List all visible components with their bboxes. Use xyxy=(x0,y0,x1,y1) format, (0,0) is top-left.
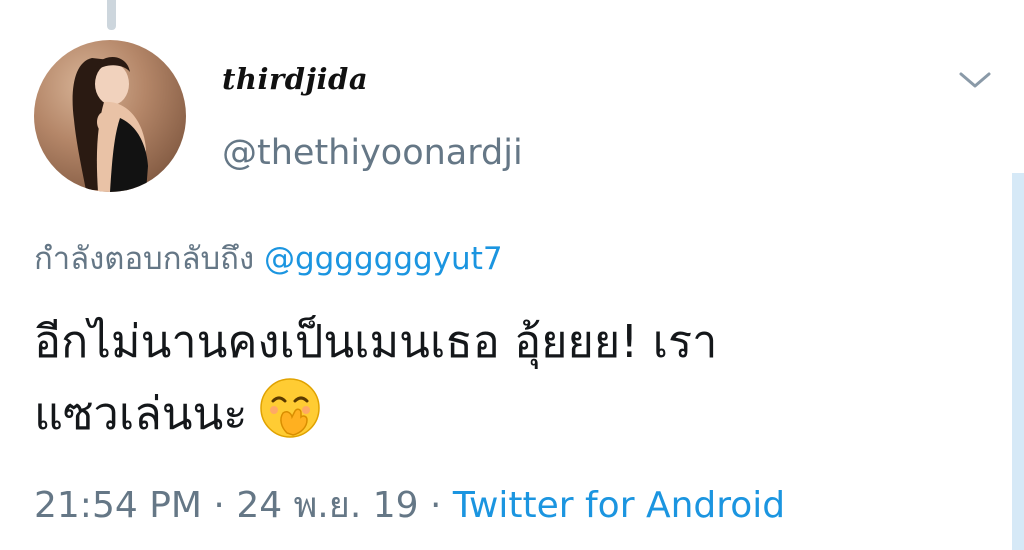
tweet-time: 21:54 PM xyxy=(34,485,202,526)
tweet-text-line-2-text: แซวเล่นนะ xyxy=(34,387,248,440)
tweet-meta: 21:54 PM · 24 พ.ย. 19 · Twitter for Andr… xyxy=(34,476,785,533)
tweet-text: อีกไม่นานคงเป็นเมนเธอ อุ้ยยย! เรา แซวเล่… xyxy=(34,307,994,449)
thread-connector-line xyxy=(107,0,116,30)
chevron-down-icon[interactable] xyxy=(955,66,995,94)
tweet-date[interactable]: 24 พ.ย. 19 xyxy=(236,485,418,526)
tweet-text-line-1: อีกไม่นานคงเป็นเมนเธอ อุ้ยยย! เรา xyxy=(34,315,718,368)
reply-mention-link[interactable]: @gggggggyut7 xyxy=(264,241,503,277)
meta-separator-1: · xyxy=(213,485,225,526)
scroll-edge-accent xyxy=(1012,173,1024,550)
avatar[interactable] xyxy=(34,40,186,192)
reply-context: กำลังตอบกลับถึง @gggggggyut7 xyxy=(34,233,503,283)
tweet-source-link[interactable]: Twitter for Android xyxy=(453,485,785,526)
avatar-photo xyxy=(72,56,148,192)
tweet-text-line-2: แซวเล่นนะ xyxy=(34,377,994,449)
display-name[interactable]: thirdjida xyxy=(222,62,368,96)
meta-separator-2: · xyxy=(430,485,442,526)
reply-prefix: กำลังตอบกลับถึง xyxy=(34,241,255,277)
user-handle[interactable]: @thethiyoonardji xyxy=(222,133,523,173)
face-with-hand-over-mouth-icon xyxy=(259,377,321,439)
